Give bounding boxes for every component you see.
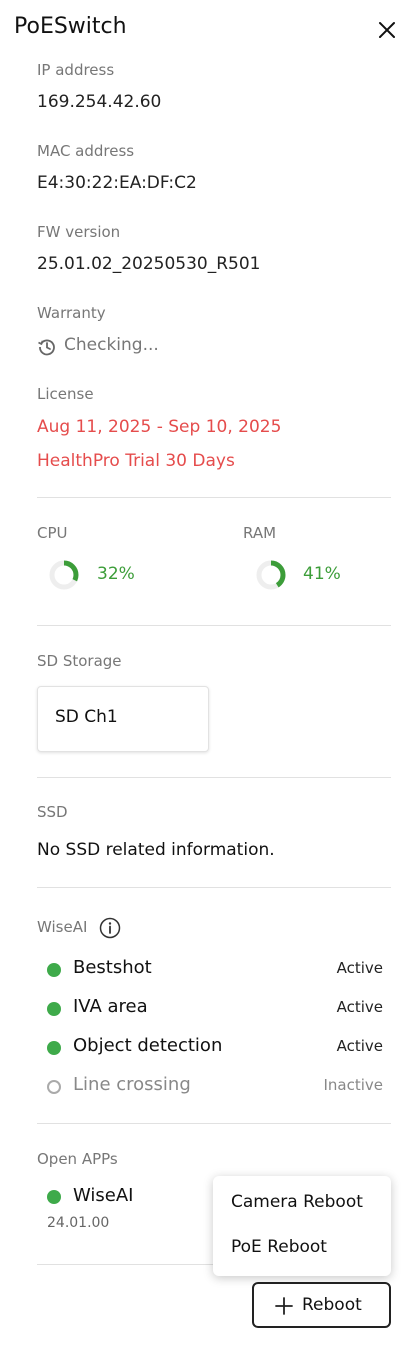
sd-storage-label: SD Storage xyxy=(37,652,122,670)
cpu-usage-value: 32% xyxy=(97,564,135,584)
poe-reboot-item[interactable]: PoE Reboot xyxy=(231,1237,327,1257)
active-status-dot xyxy=(47,963,61,977)
ip-address-label: IP address xyxy=(37,61,115,79)
active-status-dot xyxy=(47,1190,61,1204)
ip-address-value: 169.254.42.60 xyxy=(37,92,162,112)
divider xyxy=(37,625,391,626)
info-icon[interactable] xyxy=(99,917,121,939)
wiseai-feature-bestshot: Bestshot Active xyxy=(47,957,383,983)
sd-card-label: SD Ch1 xyxy=(55,707,118,727)
feature-status: Active xyxy=(336,959,383,977)
cpu-label: CPU xyxy=(37,524,68,542)
fw-version-value: 25.01.02_20250530_R501 xyxy=(37,254,261,274)
divider xyxy=(37,777,391,778)
ssd-message: No SSD related information. xyxy=(37,840,275,860)
reboot-menu: Camera Reboot PoE Reboot xyxy=(213,1176,391,1276)
plus-icon xyxy=(275,1297,293,1315)
close-icon[interactable] xyxy=(375,18,399,42)
active-status-dot xyxy=(47,1041,61,1055)
ram-label: RAM xyxy=(243,524,277,542)
feature-status: Active xyxy=(336,998,383,1016)
wiseai-feature-iva-area: IVA area Active xyxy=(47,996,383,1022)
sd-card-ch1[interactable]: SD Ch1 xyxy=(37,686,209,752)
panel-title: PoESwitch xyxy=(14,14,127,39)
warranty-status: Checking... xyxy=(64,335,159,355)
panel-header: PoESwitch xyxy=(14,14,401,48)
fw-version-label: FW version xyxy=(37,223,121,241)
license-label: License xyxy=(37,385,94,403)
mac-address-value: E4:30:22:EA:DF:C2 xyxy=(37,173,197,193)
feature-name: Line crossing xyxy=(73,1074,191,1095)
wiseai-feature-object-detection: Object detection Active xyxy=(47,1035,383,1061)
history-icon xyxy=(37,337,57,357)
inactive-status-dot xyxy=(47,1080,61,1094)
open-apps-label: Open APPs xyxy=(37,1150,118,1168)
divider xyxy=(37,497,391,498)
feature-name: Bestshot xyxy=(73,957,152,978)
feature-name: IVA area xyxy=(73,996,148,1017)
feature-status: Inactive xyxy=(323,1076,383,1094)
mac-address-label: MAC address xyxy=(37,142,135,160)
divider xyxy=(37,887,391,888)
active-status-dot xyxy=(47,1002,61,1016)
wiseai-feature-line-crossing: Line crossing Inactive xyxy=(47,1074,383,1100)
cpu-usage-ring xyxy=(49,560,79,590)
ram-usage-ring xyxy=(256,560,286,590)
app-name: WiseAI xyxy=(73,1185,134,1206)
feature-name: Object detection xyxy=(73,1035,223,1056)
reboot-button-label: Reboot xyxy=(302,1295,362,1315)
reboot-button[interactable]: Reboot xyxy=(252,1282,391,1328)
license-dates: Aug 11, 2025 - Sep 10, 2025 xyxy=(37,417,282,437)
divider xyxy=(37,1123,391,1124)
feature-status: Active xyxy=(336,1037,383,1055)
ssd-label: SSD xyxy=(37,803,68,821)
wiseai-label: WiseAI xyxy=(37,918,88,936)
warranty-label: Warranty xyxy=(37,304,106,322)
ram-usage-value: 41% xyxy=(303,564,341,584)
license-plan: HealthPro Trial 30 Days xyxy=(37,451,235,471)
camera-reboot-item[interactable]: Camera Reboot xyxy=(231,1192,363,1212)
app-version: 24.01.00 xyxy=(47,1215,110,1231)
